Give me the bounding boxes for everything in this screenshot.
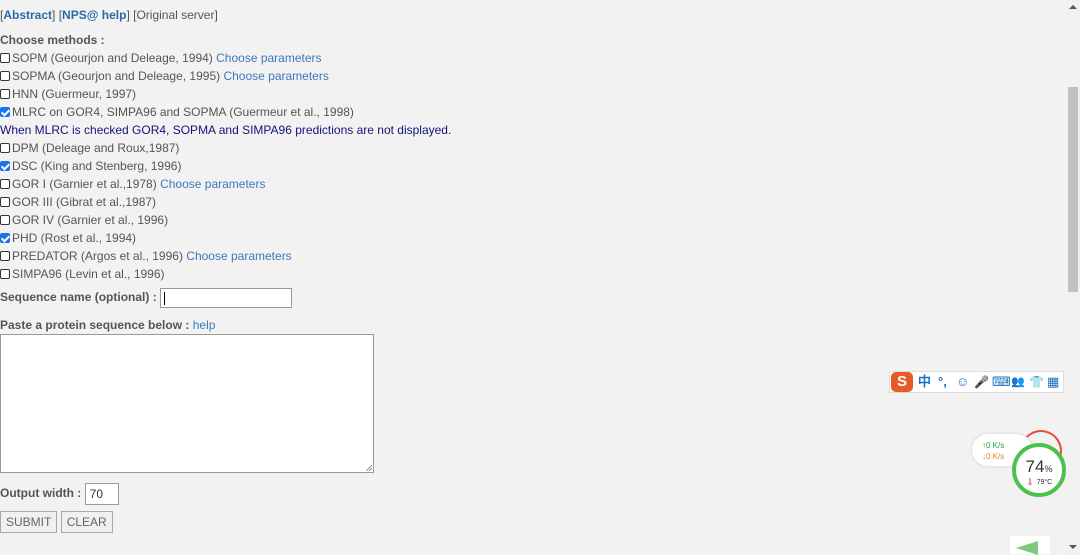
bracket: ] [214,8,218,22]
method-checkbox-sopm[interactable] [0,53,10,63]
method-row-gor4: GOR IV (Garnier et al., 1996) [0,211,1062,229]
page-content: [Abstract] [NPS@ help] [Original server]… [0,6,1062,533]
method-label: HNN (Guermeur, 1997) [12,87,137,101]
method-checkbox-mlrc[interactable] [0,107,10,117]
keyboard-icon[interactable]: ⌨ [992,374,1011,390]
toolbox-icon[interactable]: ▦ [1047,374,1059,390]
punctuation-icon[interactable]: °, [938,374,947,390]
resize-grip-icon[interactable] [366,465,372,471]
output-width-label: Output width : [0,486,82,500]
emoji-icon[interactable]: ☺ [956,374,969,390]
method-row-sopm: SOPM (Geourjon and Deleage, 1994) Choose… [0,49,1062,67]
method-row-gor1: GOR I (Garnier et al.,1978) Choose param… [0,175,1062,193]
method-label: MLRC on GOR4, SIMPA96 and SOPMA (Guermeu… [12,105,354,119]
method-row-mlrc: MLRC on GOR4, SIMPA96 and SOPMA (Guermeu… [0,103,1062,121]
original-server-text: Original server [136,8,215,22]
method-checkbox-gor4[interactable] [0,215,10,225]
method-checkbox-gor3[interactable] [0,197,10,207]
paste-label: Paste a protein sequence below : [0,318,190,332]
methods-list: SOPM (Geourjon and Deleage, 1994) Choose… [0,49,1062,283]
output-width-row: Output width : 70 [0,481,1062,505]
user-icon[interactable]: 👥 [1011,374,1025,390]
clear-button[interactable]: CLEAR [60,511,113,533]
method-row-sopma: SOPMA (Geourjon and Deleage, 1995) Choos… [0,67,1062,85]
paste-row: Paste a protein sequence below : help [0,316,1062,334]
skin-icon[interactable]: 👕 [1029,374,1044,390]
sequence-name-label: Sequence name (optional) : [0,290,157,304]
method-row-phd: PHD (Rost et al., 1994) [0,229,1062,247]
method-checkbox-hnn[interactable] [0,89,10,99]
method-row-simpa96: SIMPA96 (Levin et al., 1996) [0,265,1062,283]
sogou-logo-icon[interactable]: S [891,372,913,392]
abstract-link[interactable]: Abstract [3,8,52,22]
method-checkbox-dsc[interactable] [0,161,10,171]
method-checkbox-phd[interactable] [0,233,10,243]
method-label: DSC (King and Stenberg, 1996) [12,159,182,173]
method-label: PHD (Rost et al., 1994) [12,231,137,245]
method-row-dpm: DPM (Deleage and Roux,1987) [0,139,1062,157]
top-nav: [Abstract] [NPS@ help] [Original server] [0,6,1062,25]
sequence-name-row: Sequence name (optional) : [0,284,1062,310]
method-checkbox-dpm[interactable] [0,143,10,153]
method-label: SIMPA96 (Levin et al., 1996) [12,267,165,281]
scrollbar-thumb[interactable] [1068,87,1078,292]
microphone-icon[interactable]: 🎤 [974,374,989,390]
method-row-hnn: HNN (Guermeur, 1997) [0,85,1062,103]
method-checkbox-predator[interactable] [0,251,10,261]
choose-parameters-link-sopma[interactable]: Choose parameters [223,69,328,83]
cpu-gauge[interactable]: 74% 🌡 79°C [1012,443,1066,497]
mlrc-note: When MLRC is checked GOR4, SOPMA and SIM… [0,123,452,137]
ime-toolbar: S 中 °, ☺ 🎤 ⌨ 👥 👕 ▦ [889,371,1064,393]
upload-rate: ↑0 K/s [982,441,1005,450]
nps-help-link[interactable]: NPS@ help [62,8,126,22]
cpu-temperature: 🌡 79°C [1025,479,1053,486]
sequence-name-input[interactable] [160,287,293,308]
method-row-gor3: GOR III (Gibrat et al.,1987) [0,193,1062,211]
form-buttons: SUBMIT CLEAR [0,511,1062,533]
choose-parameters-link-predator[interactable]: Choose parameters [186,249,291,263]
scroll-down-arrow-icon[interactable] [1069,545,1077,549]
method-checkbox-sopma[interactable] [0,71,10,81]
method-label: GOR I (Garnier et al.,1978) [12,177,157,191]
method-label: SOPMA (Geourjon and Deleage, 1995) [12,69,221,83]
method-row-predator: PREDATOR (Argos et al., 1996) Choose par… [0,247,1062,265]
method-label: GOR IV (Garnier et al., 1996) [12,213,169,227]
cpu-percent: 74% [1025,457,1053,476]
bracket: ] [ [52,8,63,22]
submit-button[interactable]: SUBMIT [0,511,58,533]
paste-help-link[interactable]: help [193,318,216,332]
download-rate: ↓0 K/s [982,452,1005,461]
method-label: DPM (Deleage and Roux,1987) [12,141,180,155]
method-checkbox-simpa96[interactable] [0,269,10,279]
output-width-input[interactable]: 70 [84,482,119,505]
method-label: GOR III (Gibrat et al.,1987) [12,195,157,209]
vertical-scrollbar[interactable] [1066,0,1080,554]
method-label: PREDATOR (Argos et al., 1996) [12,249,183,263]
chinese-mode-icon[interactable]: 中 [918,374,931,390]
method-checkbox-gor1[interactable] [0,179,10,189]
back-arrow-icon[interactable] [1010,536,1050,555]
method-label: SOPM (Geourjon and Deleage, 1994) [12,51,213,65]
bracket: ] [ [126,8,137,22]
choose-parameters-link-gor1[interactable]: Choose parameters [160,177,265,191]
methods-heading: Choose methods : [0,33,105,47]
method-row-dsc: DSC (King and Stenberg, 1996) [0,157,1062,175]
sequence-textarea[interactable] [0,334,374,473]
scroll-up-arrow-icon[interactable] [1069,5,1077,9]
choose-parameters-link-sopm[interactable]: Choose parameters [216,51,321,65]
